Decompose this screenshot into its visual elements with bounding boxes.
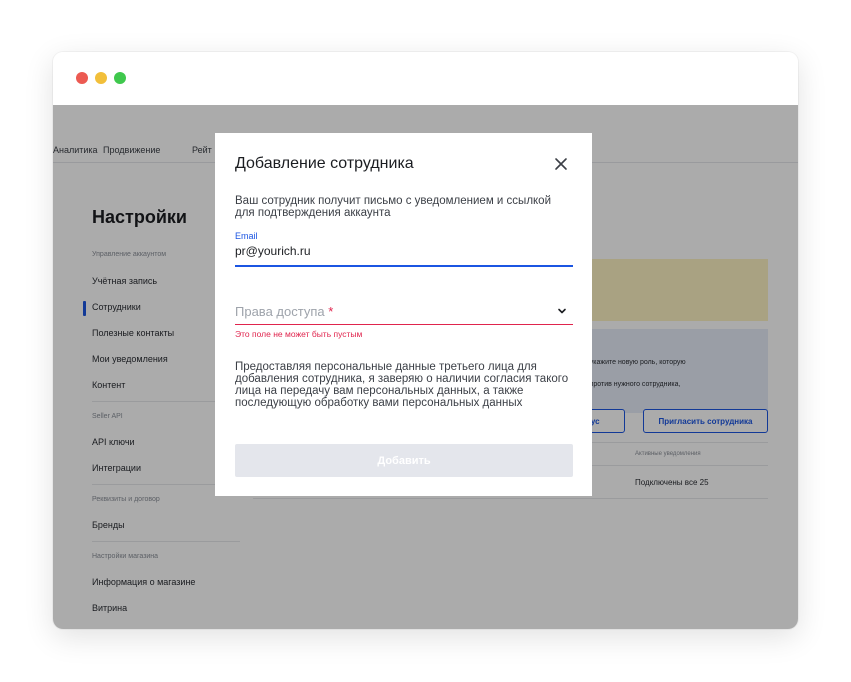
chevron-down-icon xyxy=(558,308,566,314)
access-rights-placeholder: Права доступа * xyxy=(235,304,333,319)
dialog-description: Ваш сотрудник получит письмо с уведомлен… xyxy=(235,195,552,219)
dialog-title: Добавление сотрудника xyxy=(235,155,414,172)
add-employee-dialog: Добавление сотрудника Ваш сотрудник полу… xyxy=(215,133,592,496)
add-button[interactable]: Добавить xyxy=(235,444,573,477)
access-rights-select[interactable]: Права доступа * xyxy=(235,299,573,325)
window-titlebar xyxy=(53,52,798,105)
close-icon[interactable] xyxy=(552,155,570,173)
window-maximize-button[interactable] xyxy=(114,72,126,84)
required-mark: * xyxy=(328,304,334,319)
window-close-button[interactable] xyxy=(76,72,88,84)
email-label: Email xyxy=(235,231,258,241)
consent-text: Предоставляя персональные данные третьег… xyxy=(235,361,569,409)
browser-window: Аналитика Продвижение Рейт Настройки Упр… xyxy=(53,52,798,629)
validation-error: Это поле не может быть пустым xyxy=(235,329,363,339)
window-minimize-button[interactable] xyxy=(95,72,107,84)
email-field[interactable] xyxy=(235,243,573,267)
access-rights-label: Права доступа xyxy=(235,304,325,319)
